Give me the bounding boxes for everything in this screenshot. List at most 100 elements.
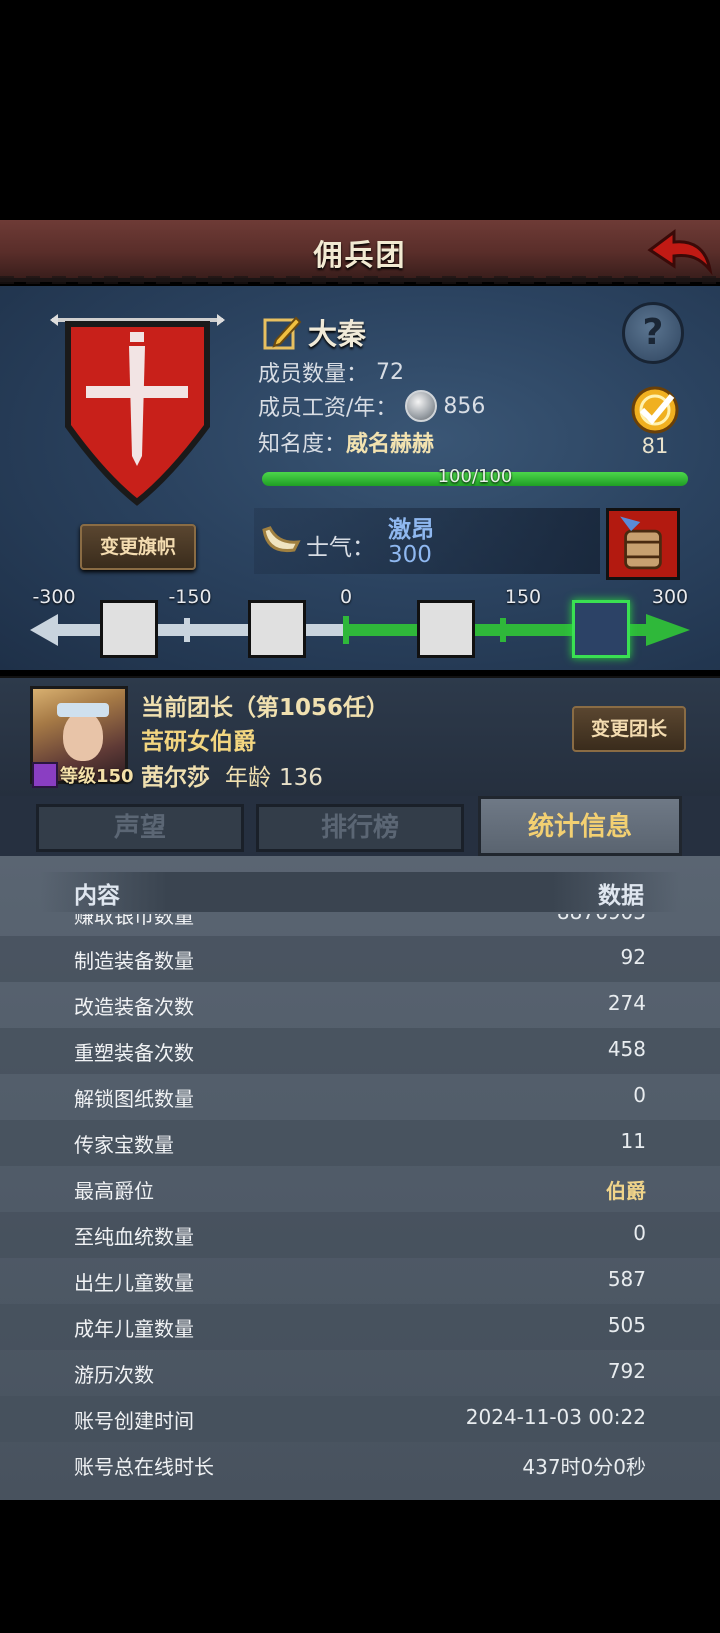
row-value: 2024-11-03 00:22 (465, 1405, 646, 1429)
row-label: 制造装备数量 (74, 949, 194, 973)
despair-mood-icon[interactable] (100, 600, 158, 658)
fame-progress-text: 100/100 (437, 466, 513, 487)
row-value: 437时0分0秒 (522, 1455, 646, 1479)
row-value: 0 (633, 1083, 646, 1107)
tick-label: -300 (32, 586, 76, 608)
row-value: 0 (633, 1221, 646, 1245)
row-value: 11 (620, 1129, 646, 1153)
salary-stat: 成员工资/年： 856 (258, 390, 485, 422)
table-row: 赚取银币数量 8876903 (0, 914, 720, 936)
row-value: 505 (607, 1313, 646, 1337)
row-label: 最高爵位 (74, 1179, 154, 1203)
row-value: 伯爵 (606, 1179, 646, 1203)
column-header-data: 数据 (598, 883, 644, 909)
leader-level: 等级150 (60, 766, 134, 787)
back-arrow-icon[interactable] (644, 226, 714, 278)
leader-title: 当前团长（第1056任） (141, 695, 390, 721)
tick-label: 150 (504, 586, 542, 608)
table-row: 出生儿童数量 587 (0, 1258, 720, 1304)
fame-stat: 知名度： 威名赫赫 (258, 426, 434, 458)
age-label: 年龄 (225, 765, 271, 791)
row-label: 账号总在线时长 (74, 1455, 214, 1479)
morale-value: 300 (388, 542, 432, 568)
members-label: 成员数量： (258, 362, 369, 387)
row-value: 274 (607, 991, 646, 1015)
statistics-table[interactable]: 内容 数据 赚取银币数量 8876903 制造装备数量 92 改造装备次数 274 重塑装备… (0, 856, 720, 1500)
salary-label: 成员工资/年： (258, 396, 398, 421)
tab-bar: 声望 排行榜 统计信息 (0, 796, 720, 856)
morale-word: 激昂 (388, 517, 434, 543)
table-row: 传家宝数量 11 (0, 1120, 720, 1166)
fame-value: 威名赫赫 (346, 432, 435, 457)
silver-coin-icon (405, 390, 438, 422)
tick-label: -150 (168, 586, 212, 608)
row-label: 传家宝数量 (74, 1133, 174, 1157)
row-label: 至纯血统数量 (74, 1225, 194, 1249)
tick-label: 300 (651, 586, 689, 608)
table-row: 至纯血统数量 0 (0, 1212, 720, 1258)
table-row: 重塑装备次数 458 (0, 1028, 720, 1074)
table-row: 账号总在线时长 437时0分0秒 (0, 1442, 720, 1488)
change-leader-button[interactable]: 变更团长 (572, 706, 686, 752)
morale-scale: -300 -150 0 150 300 (30, 586, 690, 666)
leader-panel: 等级150 当前团长（第1056任） 苦研女伯爵 茜尔莎 年龄 136 变更团长 (0, 676, 720, 796)
row-label: 账号创建时间 (74, 1409, 194, 1433)
row-label: 解锁图纸数量 (74, 1087, 194, 1111)
calm-mood-icon[interactable] (417, 600, 475, 658)
horn-icon (262, 526, 301, 553)
tab-leaderboard[interactable]: 排行榜 (256, 804, 464, 852)
salary-value: 856 (443, 393, 486, 419)
table-row: 改造装备次数 274 (0, 982, 720, 1028)
table-header: 内容 数据 (40, 872, 680, 912)
row-value: 92 (620, 945, 646, 969)
leader-trait: 苦研女伯爵 (141, 729, 256, 755)
leader-age: 年龄 136 (225, 758, 323, 792)
portrait-face (63, 711, 103, 761)
members-value: 72 (376, 359, 405, 385)
row-value: 8876903 (557, 914, 646, 924)
row-label: 赚取银币数量 (74, 914, 194, 928)
age-value: 136 (279, 765, 323, 791)
leader-name: 茜尔莎 (141, 765, 210, 791)
table-row: 最高爵位 伯爵 (0, 1166, 720, 1212)
tick-label: 0 (339, 586, 353, 608)
table-row: 账号创建时间 2024-11-03 00:22 (0, 1396, 720, 1442)
pencil-edit-icon[interactable] (262, 312, 302, 352)
guild-name-row: 大秦 (262, 310, 366, 354)
members-stat: 成员数量： 72 (258, 356, 404, 388)
row-value: 458 (607, 1037, 646, 1061)
title-bar: 佣兵团 (0, 220, 720, 284)
class-badge-icon (32, 762, 58, 788)
row-label: 重塑装备次数 (74, 1041, 194, 1065)
portrait-tiara (57, 703, 109, 717)
column-header-content: 内容 (74, 883, 120, 909)
gold-medal-icon[interactable] (622, 382, 688, 442)
guild-banner (50, 314, 225, 506)
barrel-icon[interactable] (606, 508, 680, 580)
row-value: 587 (607, 1267, 646, 1291)
excited-mood-icon[interactable] (572, 600, 630, 658)
medal-count: 81 (641, 434, 669, 458)
tab-reputation[interactable]: 声望 (36, 804, 244, 852)
page-title: 佣兵团 (313, 238, 407, 272)
status-bar-area (0, 0, 720, 220)
table-rows: 赚取银币数量 8876903 制造装备数量 92 改造装备次数 274 重塑装备次数 458 解… (0, 914, 720, 1488)
navigation-bar-area (0, 1500, 720, 1633)
fame-label: 知名度： (258, 432, 347, 457)
morale-label: 士气： (306, 535, 375, 561)
change-banner-button[interactable]: 变更旗帜 (80, 524, 196, 570)
table-row: 制造装备数量 92 (0, 936, 720, 982)
row-label: 游历次数 (74, 1363, 154, 1387)
question-mark-icon[interactable]: ? (622, 302, 684, 364)
row-label: 改造装备次数 (74, 995, 194, 1019)
row-value: 792 (607, 1359, 646, 1383)
sad-mood-icon[interactable] (248, 600, 306, 658)
tab-statistics[interactable]: 统计信息 (478, 796, 682, 856)
table-row: 游历次数 792 (0, 1350, 720, 1396)
row-label: 成年儿童数量 (74, 1317, 194, 1341)
row-label: 出生儿童数量 (74, 1271, 194, 1295)
table-row: 解锁图纸数量 0 (0, 1074, 720, 1120)
table-row: 成年儿童数量 505 (0, 1304, 720, 1350)
guild-info-panel: 变更旗帜 大秦 ? 成员数量： 72 成员工资/年： 856 知名度： 威名赫赫… (0, 286, 720, 670)
guild-name: 大秦 (308, 317, 367, 351)
